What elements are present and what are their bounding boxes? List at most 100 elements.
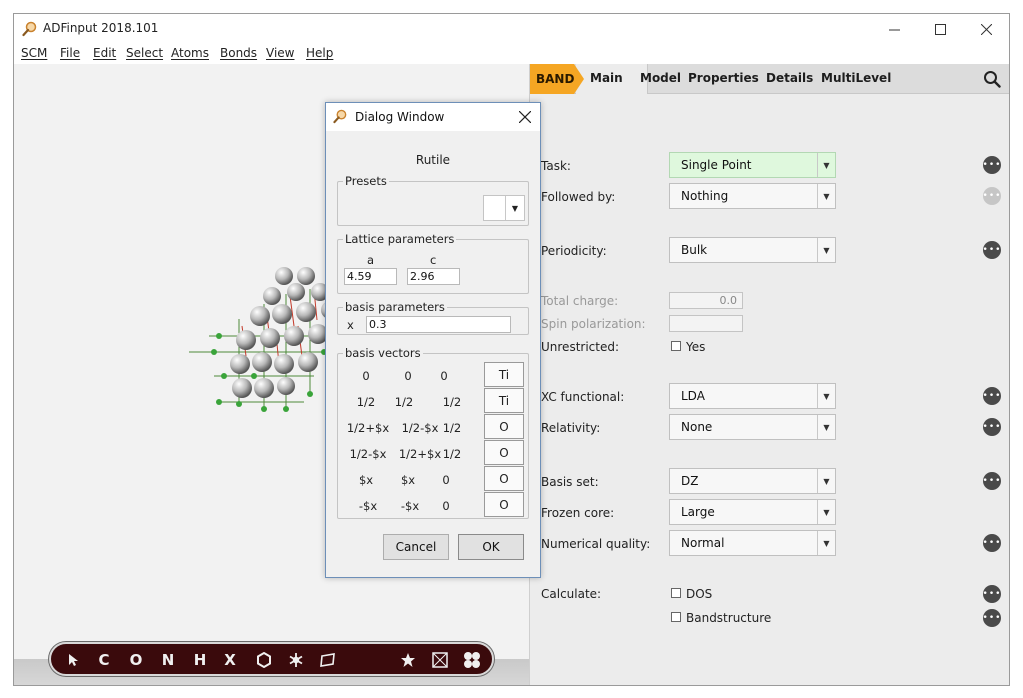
menu-view[interactable]: View [266,46,294,60]
frozen-label: Frozen core: [541,506,615,520]
a-label: a [367,253,375,267]
numq-more-button[interactable]: ••• [983,534,1001,552]
molecule-tool[interactable] [461,650,483,670]
basis-more-button[interactable]: ••• [983,472,1001,490]
menu-bonds[interactable]: Bonds [220,46,257,60]
task-value: Single Point [681,158,752,172]
bandstructure-more-button[interactable]: ••• [983,609,1001,627]
menu-help[interactable]: Help [306,46,333,60]
dialog-close-button[interactable] [518,107,532,127]
atom-button[interactable]: O [484,466,524,491]
vector-cell: 0 [442,473,450,487]
dialog-heading: Rutile [415,153,451,167]
menu-select[interactable]: Select [126,46,163,60]
xc-select[interactable]: LDA ▼ [669,383,836,409]
surface-tool[interactable] [319,650,337,670]
snowflake-icon [289,653,303,667]
spin-field [669,315,743,332]
frozen-value: Large [681,505,715,519]
bandstructure-checkbox[interactable] [671,612,681,622]
structure-tool[interactable] [287,650,305,670]
tab-model[interactable]: Model [640,71,681,85]
tab-properties[interactable]: Properties [688,71,759,85]
c-label: c [430,253,437,267]
lattice-label: Lattice parameters [343,232,457,246]
task-more-button[interactable]: ••• [983,156,1001,174]
tab-main[interactable]: Main [590,71,623,85]
dialog-title-bar[interactable]: Dialog Window [326,103,540,131]
periodicity-select[interactable]: Bulk ▼ [669,237,836,263]
chevron-down-icon: ▼ [817,500,835,524]
dialog-window: Dialog Window Rutile Presets ▼ Lattice p… [325,102,541,578]
dos-more-button[interactable]: ••• [983,585,1001,603]
window-title: ADFinput 2018.101 [43,21,159,35]
hydrogen-tool[interactable]: H [191,650,209,670]
numq-select[interactable]: Normal ▼ [669,530,836,556]
presets-select[interactable]: ▼ [483,195,525,221]
atom-button[interactable]: O [484,440,524,465]
other-element-tool[interactable]: X [221,650,239,670]
followed-more-button: ••• [983,187,1001,205]
unrestricted-label: Unrestricted: [541,340,620,354]
frozen-select[interactable]: Large ▼ [669,499,836,525]
crystal-tool[interactable] [431,650,449,670]
unrestricted-checkbox[interactable] [671,341,681,351]
basis-params-label: basis parameters [343,300,447,314]
maximize-button[interactable] [917,14,963,44]
minimize-button[interactable] [871,14,917,44]
more-dots-icon: ••• [982,421,1002,432]
oxygen-tool[interactable]: O [127,650,145,670]
x-label: x [347,318,354,332]
a-input[interactable]: 4.59 [344,268,397,285]
chevron-down-icon: ▼ [817,469,835,493]
nitrogen-tool[interactable]: N [159,650,177,670]
chevron-down-icon: ▼ [817,415,835,439]
dos-checkbox[interactable] [671,588,681,598]
carbon-tool[interactable]: C [95,650,113,670]
bandstructure-check-label: Bandstructure [686,611,772,625]
dos-check-label: DOS [686,587,713,601]
more-dots-icon: ••• [982,159,1002,170]
close-icon [518,110,532,124]
close-button[interactable] [963,14,1009,44]
periodicity-more-button[interactable]: ••• [983,241,1001,259]
basis-select[interactable]: DZ ▼ [669,468,836,494]
favorites-tool[interactable] [399,650,417,670]
atom-button[interactable]: O [484,414,524,439]
x-input[interactable]: 0.3 [366,316,511,333]
atom-button[interactable]: O [484,492,524,517]
chevron-down-icon: ▼ [817,238,835,262]
xc-label: XC functional: [541,390,625,404]
tab-multilevel[interactable]: MultiLevel [821,71,891,85]
menu-scm[interactable]: SCM [21,46,47,60]
followed-value: Nothing [681,189,729,203]
more-dots-icon: ••• [982,390,1002,401]
spin-label: Spin polarization: [541,317,646,331]
vector-cell: 1/2 [442,421,462,435]
menu-file[interactable]: File [60,46,80,60]
more-dots-icon: ••• [982,190,1002,201]
task-select[interactable]: Single Point ▼ [669,152,836,178]
ring-tool[interactable] [255,650,273,670]
vector-cell: 1/2+$x [346,421,390,435]
atom-button[interactable]: Ti [484,362,524,387]
select-arrow-tool[interactable] [65,650,83,670]
xc-more-button[interactable]: ••• [983,387,1001,405]
cancel-button[interactable]: Cancel [383,534,449,560]
followed-select[interactable]: Nothing ▼ [669,183,836,209]
tab-details[interactable]: Details [766,71,813,85]
relativity-label: Relativity: [541,421,601,435]
ok-button[interactable]: OK [458,534,524,560]
relativity-more-button[interactable]: ••• [983,418,1001,436]
menu-edit[interactable]: Edit [93,46,116,60]
vector-cell: 1/2-$x [401,421,439,435]
calc-label: Calculate: [541,587,602,601]
search-icon[interactable] [983,70,1001,88]
c-input[interactable]: 2.96 [407,268,460,285]
vector-cell: 0 [442,499,450,513]
tab-band[interactable]: BAND [530,64,584,94]
relativity-select[interactable]: None ▼ [669,414,836,440]
atom-button[interactable]: Ti [484,388,524,413]
title-bar[interactable]: ADFinput 2018.101 [14,14,1009,44]
menu-atoms[interactable]: Atoms [171,46,209,60]
